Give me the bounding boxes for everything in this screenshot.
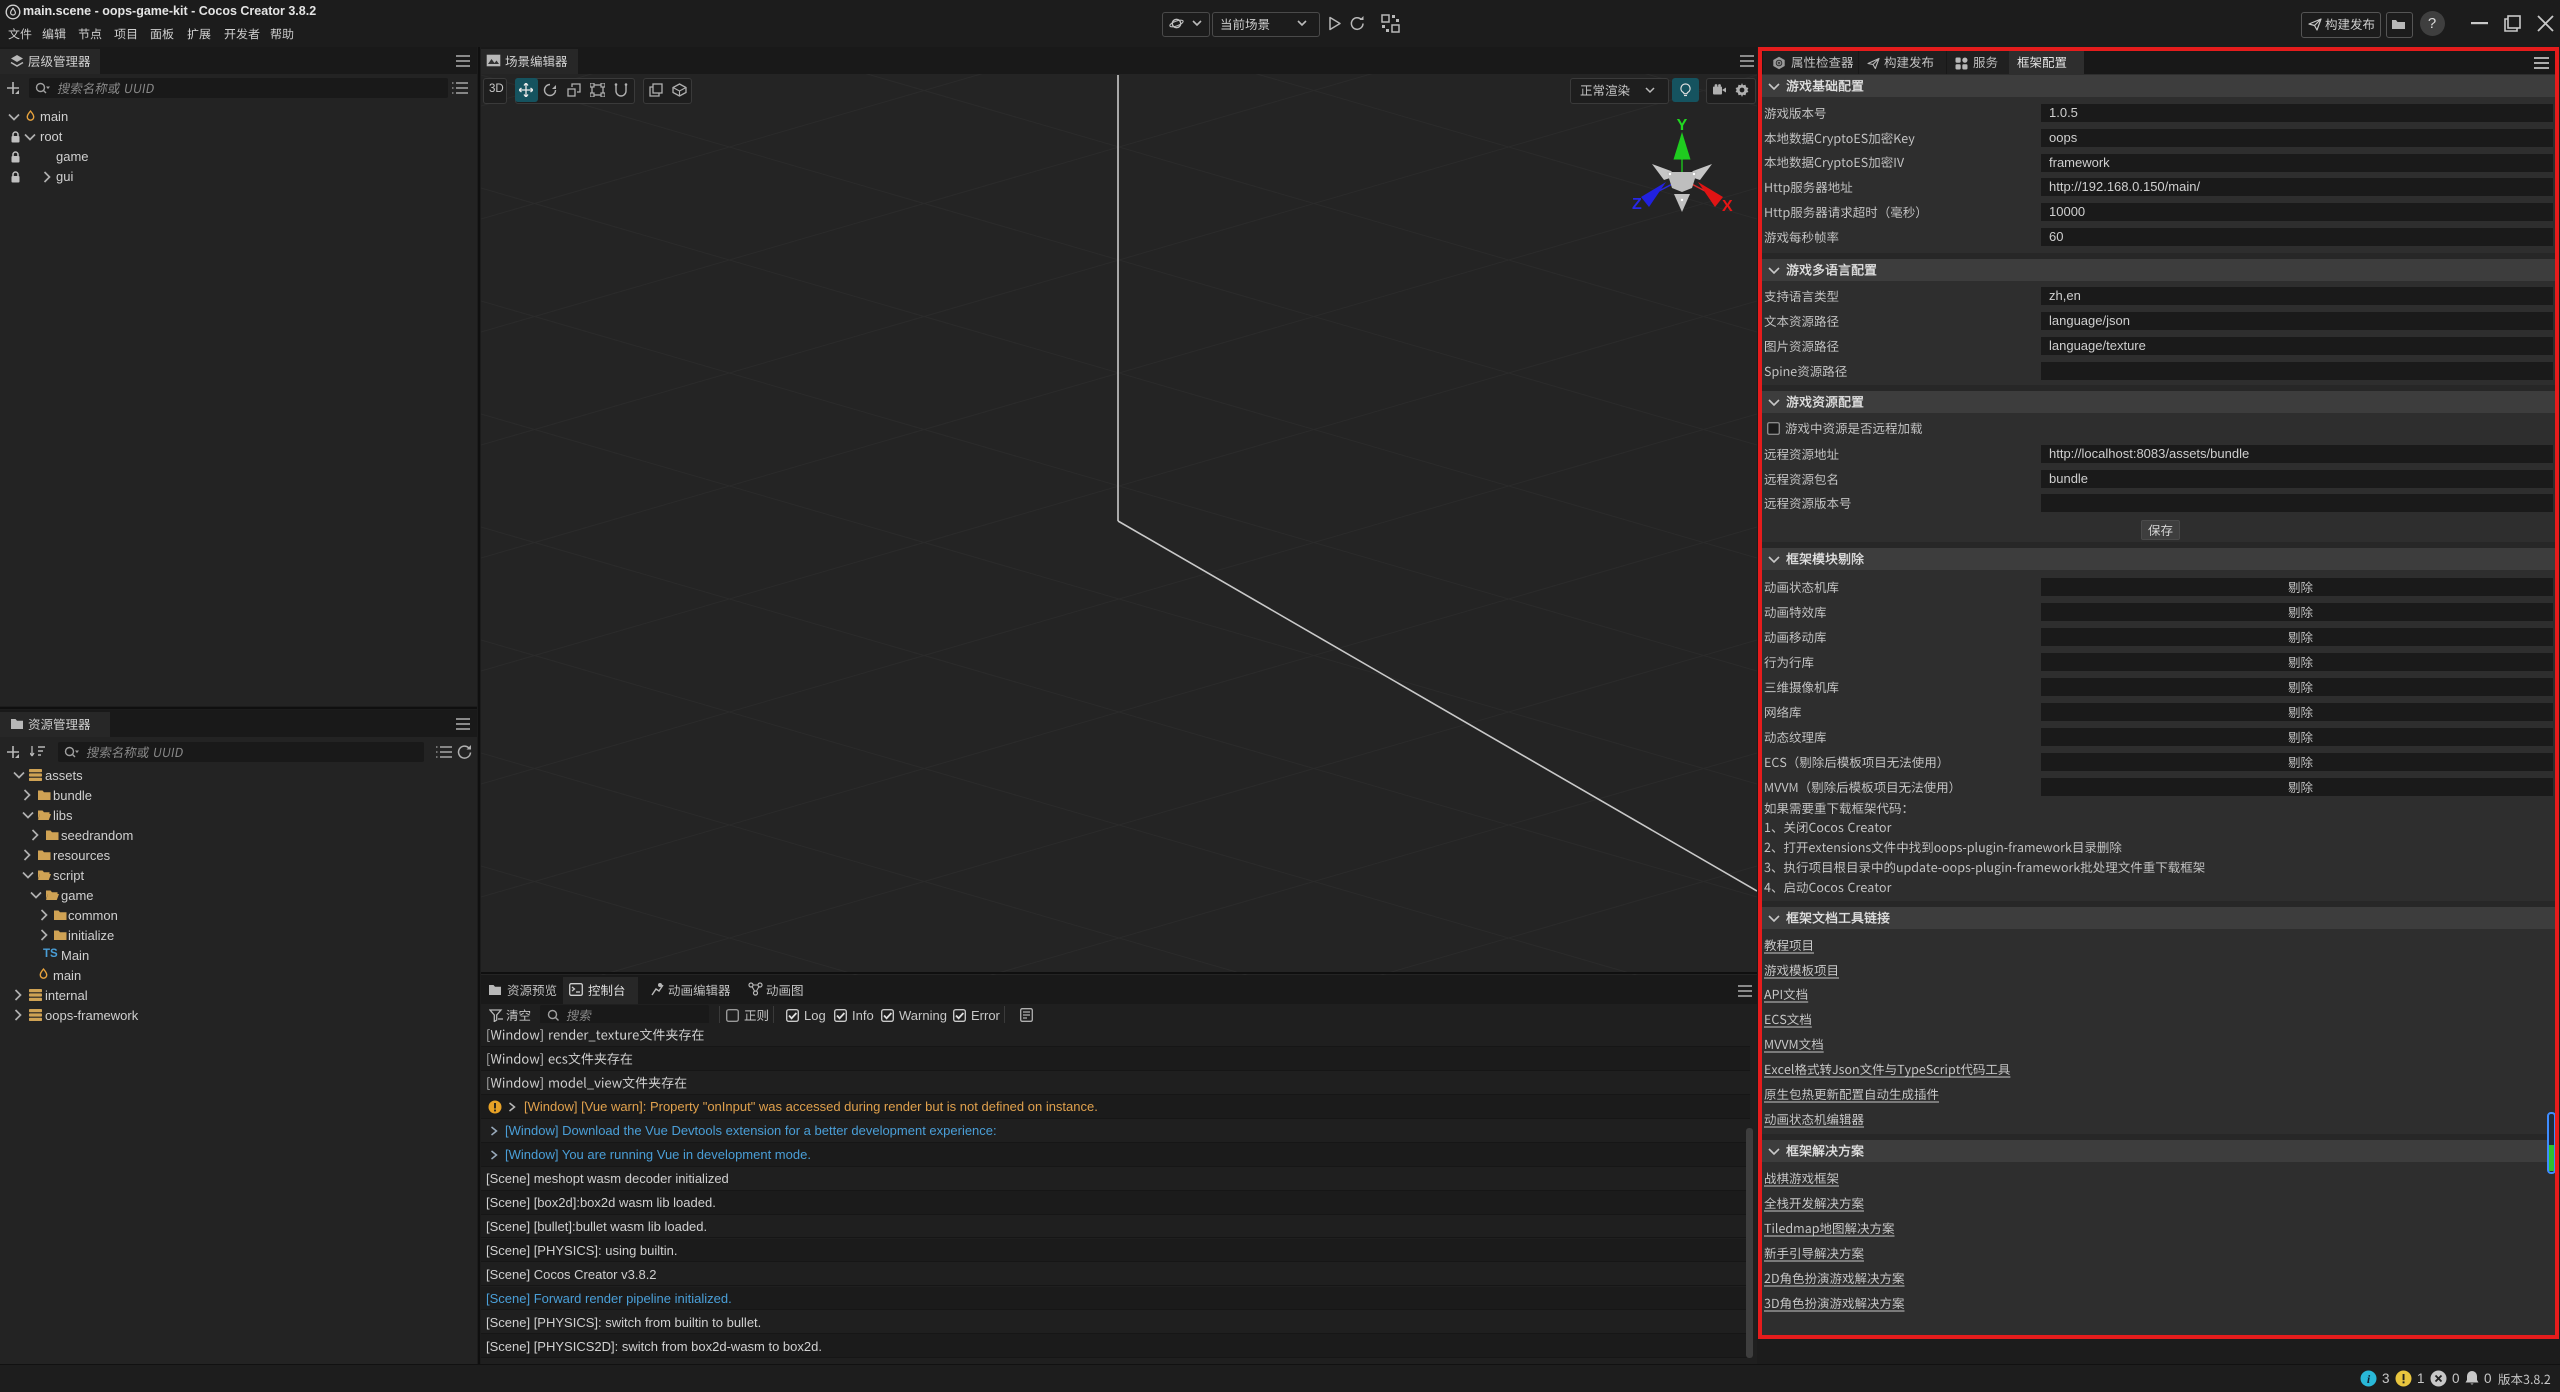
svg-text:Z: Z xyxy=(1632,196,1642,213)
svg-text:Y: Y xyxy=(1677,117,1688,134)
svg-text:X: X xyxy=(1722,198,1733,215)
